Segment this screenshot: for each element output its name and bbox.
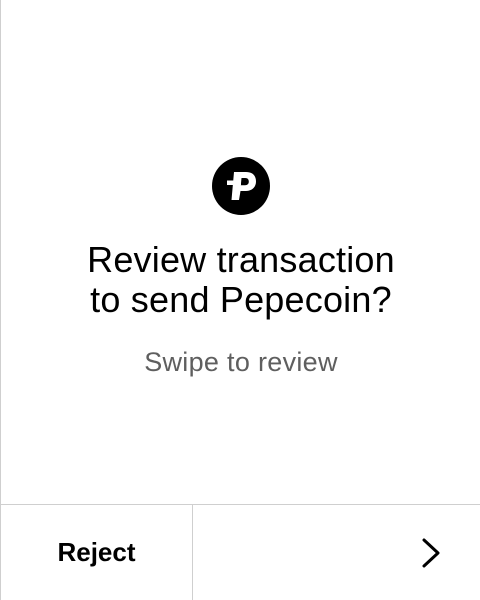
transaction-review-screen: Review transaction to send Pepecoin? Swi…	[0, 0, 480, 600]
review-title-line-2: to send Pepecoin?	[90, 279, 392, 320]
chevron-right-icon	[422, 538, 440, 568]
reject-button[interactable]: Reject	[1, 505, 193, 600]
swipe-hint: Swipe to review	[144, 347, 338, 377]
pepecoin-logo-icon	[212, 157, 270, 215]
review-content[interactable]: Review transaction to send Pepecoin? Swi…	[1, 0, 480, 504]
next-button[interactable]	[193, 505, 480, 600]
action-bar: Reject	[1, 504, 480, 600]
review-title-line-1: Review transaction	[87, 239, 395, 280]
review-title: Review transaction to send Pepecoin?	[1, 240, 480, 320]
